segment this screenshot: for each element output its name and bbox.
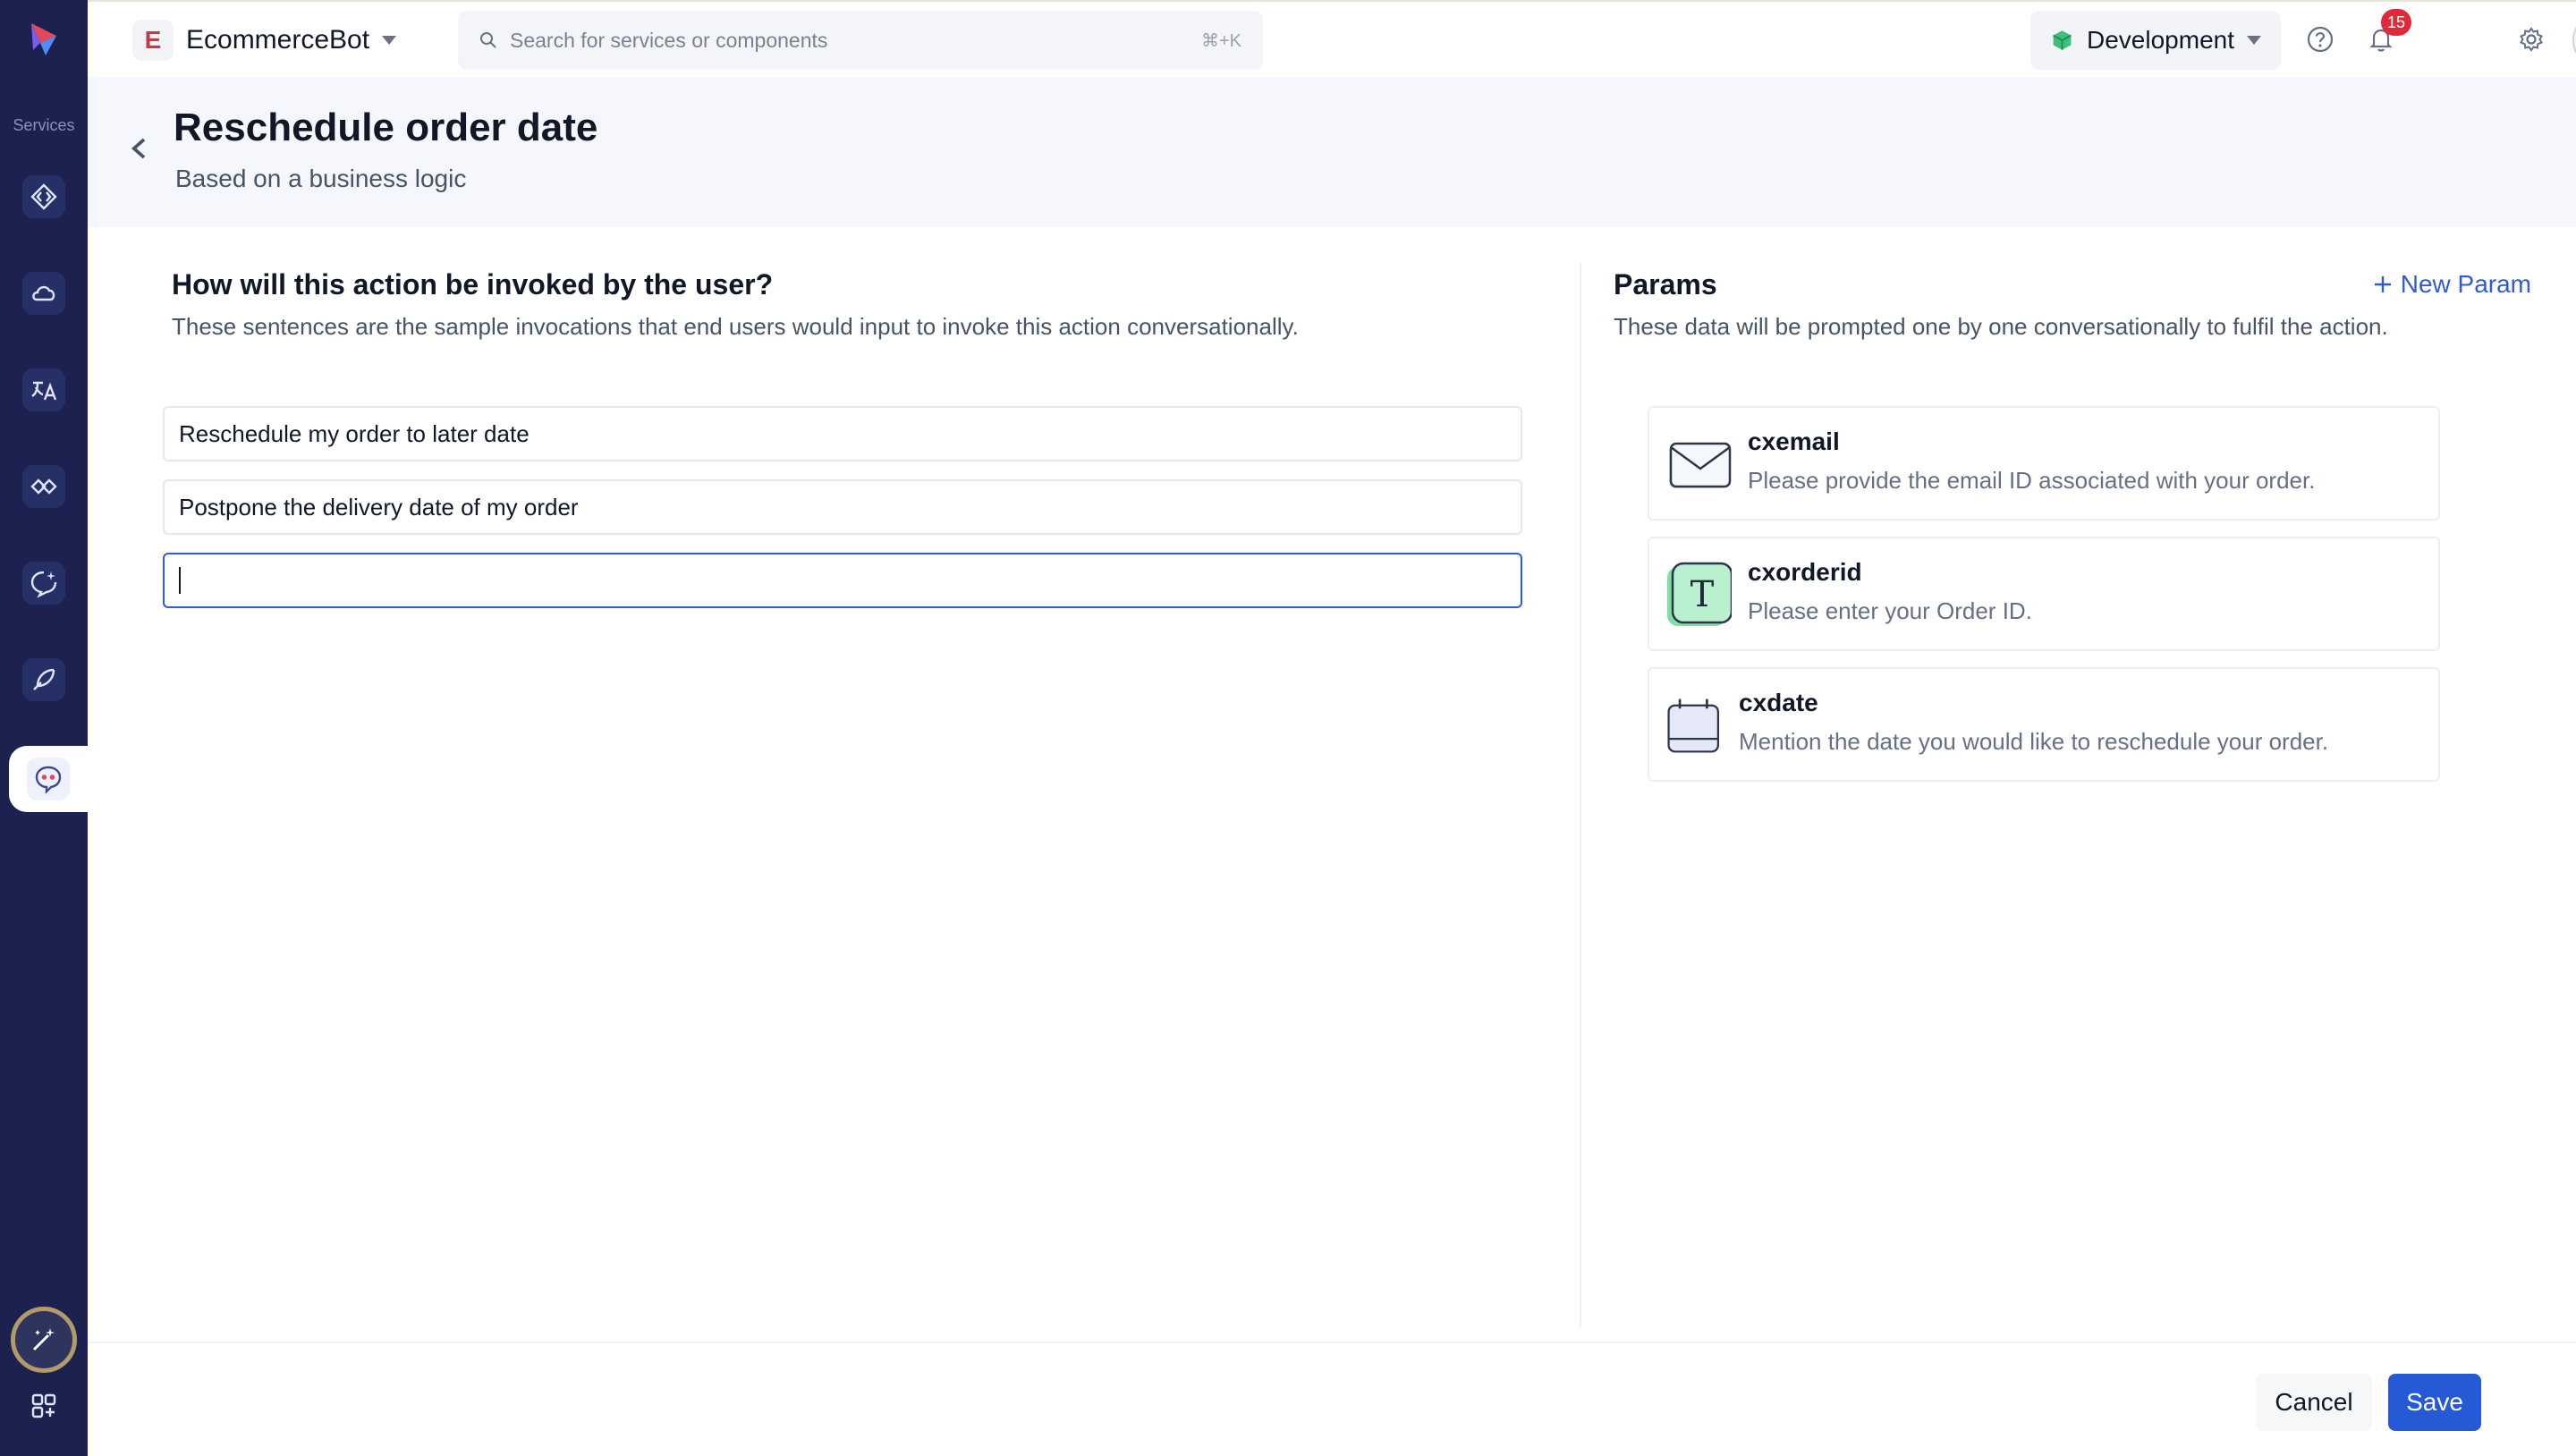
sidebar-item-integration[interactable]: [22, 465, 65, 508]
param-prompt: Please enter your Order ID.: [1748, 597, 2032, 624]
chevron-down-icon: [2247, 36, 2261, 45]
param-name: cxorderid: [1748, 558, 1862, 586]
sidebar-item-conversational-bot[interactable]: [9, 746, 88, 812]
param-name: cxemail: [1748, 427, 1840, 455]
chat-sparkle-icon: [30, 571, 57, 598]
page-subtitle: Based on a business logic: [175, 165, 467, 192]
param-card-cxdate[interactable]: cxdate Mention the date you would like t…: [1648, 667, 2440, 782]
params-description: These data will be prompted one by one c…: [1614, 313, 2388, 340]
sidebar-item-chat[interactable]: [22, 562, 65, 605]
sidebar: Services: [0, 0, 88, 1456]
bot-switcher[interactable]: E EcommerceBot: [132, 20, 397, 61]
plus-icon: [2374, 276, 2391, 292]
notification-count-badge: 15: [2381, 9, 2411, 36]
magic-wand-icon: [32, 1328, 55, 1351]
param-card-cxorderid[interactable]: T cxorderid Please enter your Order ID.: [1648, 537, 2440, 651]
svg-text:T: T: [1690, 574, 1715, 615]
magic-assistant-button[interactable]: [11, 1307, 77, 1373]
email-icon: [1665, 431, 1732, 497]
text-cursor: [179, 567, 181, 594]
utterance-input[interactable]: Postpone the delivery date of my order: [163, 479, 1522, 535]
search-icon: [480, 32, 496, 48]
sidebar-item-translate[interactable]: [22, 368, 65, 411]
param-card-cxemail[interactable]: cxemail Please provide the email ID asso…: [1648, 406, 2440, 521]
params-title: Params: [1614, 268, 1717, 301]
invocation-title: How will this action be invoked by the u…: [172, 268, 774, 301]
params-panel: Params New Param These data will be prom…: [1581, 227, 2576, 1342]
sidebar-item-cloud[interactable]: [22, 272, 65, 315]
environment-label: Development: [2087, 26, 2234, 54]
invocation-panel: How will this action be invoked by the u…: [88, 227, 1580, 1342]
services-label: Services: [13, 116, 75, 134]
integration-icon: [30, 478, 57, 495]
chevron-left-icon: [131, 138, 146, 159]
app-logo-icon[interactable]: [22, 18, 65, 61]
top-bar: E EcommerceBot Search for services or co…: [88, 0, 2576, 77]
page-header: Reschedule order date Based on a busines…: [88, 77, 2576, 227]
cancel-button[interactable]: Cancel: [2256, 1374, 2372, 1431]
gear-icon: [2520, 27, 2543, 52]
new-param-label: New Param: [2400, 270, 2531, 298]
utterance-input[interactable]: Reschedule my order to later date: [163, 406, 1522, 461]
cube-icon: [2053, 30, 2072, 50]
sidebar-item-code[interactable]: [22, 175, 65, 218]
code-diamond-icon: [30, 183, 57, 210]
text-icon: T: [1665, 562, 1733, 628]
cloud-icon: [32, 285, 55, 301]
user-avatar[interactable]: [2572, 13, 2576, 68]
save-button[interactable]: Save: [2388, 1374, 2481, 1431]
search-placeholder: Search for services or components: [510, 28, 828, 52]
param-prompt: Please provide the email ID associated w…: [1748, 467, 2316, 494]
bot-avatar: E: [132, 20, 174, 61]
bot-name: EcommerceBot: [186, 25, 370, 55]
bot-chat-icon: [35, 766, 62, 794]
environment-selector[interactable]: Development: [2030, 11, 2281, 70]
help-button[interactable]: [2302, 21, 2338, 57]
param-prompt: Mention the date you would like to resch…: [1739, 728, 2329, 755]
translate-icon: [31, 381, 57, 401]
sidebar-item-deploy[interactable]: [22, 658, 65, 701]
back-button[interactable]: [120, 129, 159, 168]
apps-button[interactable]: [22, 1384, 65, 1427]
search-shortcut: ⌘+K: [1200, 30, 1241, 51]
global-search-input[interactable]: Search for services or components ⌘+K: [458, 11, 1263, 70]
page-title: Reschedule order date: [174, 106, 598, 149]
apps-grid-icon: [31, 1393, 56, 1418]
new-utterance-input[interactable]: [163, 553, 1522, 608]
invocation-description: These sentences are the sample invocatio…: [172, 313, 1299, 340]
param-name: cxdate: [1739, 689, 1818, 716]
chevron-down-icon: [382, 36, 397, 45]
help-icon: [2307, 26, 2334, 53]
footer-actions: Cancel Save: [88, 1342, 2576, 1456]
rocket-icon: [33, 668, 55, 690]
calendar-icon: [1665, 692, 1732, 758]
settings-button[interactable]: [2513, 21, 2549, 57]
new-param-button[interactable]: New Param: [2372, 270, 2531, 299]
